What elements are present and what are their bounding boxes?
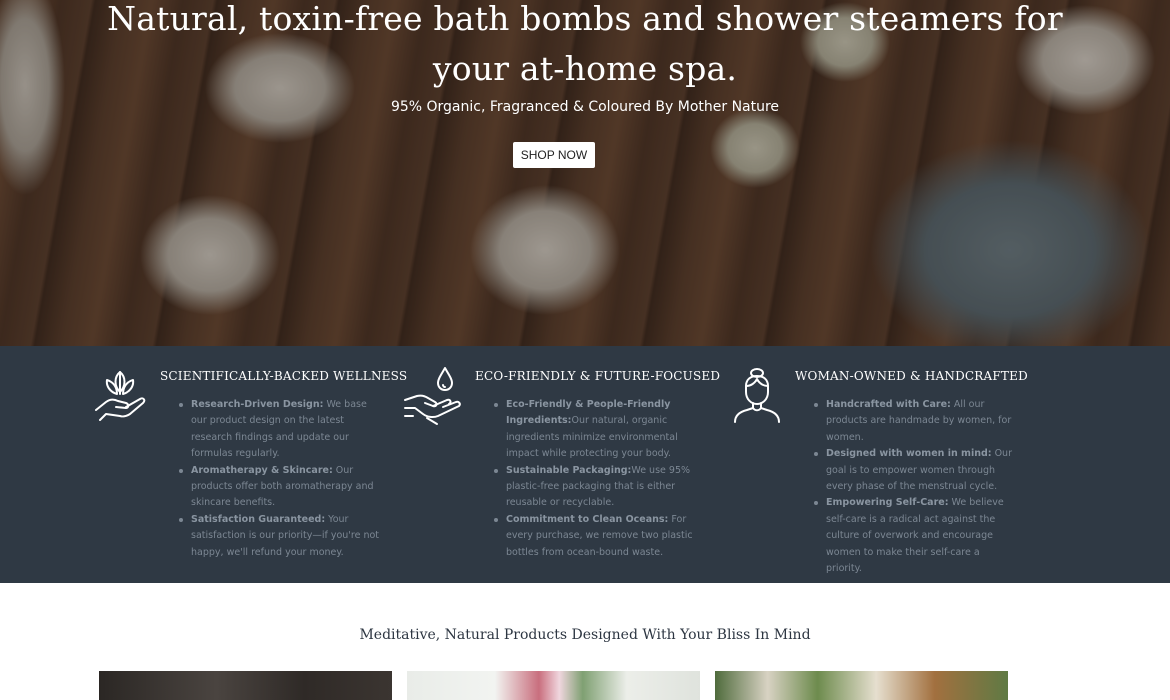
woman-icon — [734, 368, 780, 423]
hero-banner: Natural, toxin-free bath bombs and showe… — [0, 0, 1170, 346]
feature-item-heading: Commitment to Clean Oceans: — [506, 513, 669, 525]
feature-title: ECO-FRIENDLY & FUTURE-FOCUSED — [475, 369, 721, 383]
feature-item-heading: Research-Driven Design: — [191, 399, 324, 410]
feature-list-item: Eco-Friendly & People-Friendly Ingredien… — [491, 397, 703, 463]
features-band: SCIENTIFICALLY-BACKED WELLNESS Research-… — [0, 346, 1170, 583]
hero-content: Natural, toxin-free bath bombs and showe… — [0, 0, 1170, 346]
feature-list-item: Sustainable Packaging:We use 95% plastic… — [491, 463, 703, 512]
feature-item-heading: Handcrafted with Care: — [826, 399, 951, 410]
feature-title: SCIENTIFICALLY-BACKED WELLNESS — [160, 369, 408, 383]
feature-list: Research-Driven Design: We base our prod… — [176, 397, 382, 561]
feature-list-item: Commitment to Clean Oceans: For every pu… — [491, 512, 703, 561]
feature-list-item: Designed with women in mind: Our goal is… — [811, 446, 1017, 495]
feature-title: WOMAN-OWNED & HANDCRAFTED — [795, 369, 1028, 383]
feature-item-heading: Empowering Self-Care: — [826, 497, 949, 509]
product-image[interactable] — [715, 671, 1008, 700]
feature-list-item: Satisfaction Guaranteed: Your satisfacti… — [176, 512, 382, 561]
feature-list-item: Empowering Self-Care: We believe self-ca… — [811, 495, 1017, 577]
feature-list-item: Aromatherapy & Skincare: Our products of… — [176, 463, 382, 512]
feature-list: Eco-Friendly & People-Friendly Ingredien… — [491, 397, 703, 561]
feature-list-item: Handcrafted with Care: All our products … — [811, 397, 1017, 446]
feature-item-text: We believe self-care is a radical act ag… — [826, 497, 1004, 575]
product-image[interactable] — [407, 671, 700, 700]
feature-item-heading: Sustainable Packaging: — [506, 464, 632, 476]
product-image[interactable] — [99, 671, 392, 700]
hero-subtitle: 95% Organic, Fragranced & Coloured By Mo… — [390, 99, 780, 115]
products-section: Meditative, Natural Products Designed Wi… — [0, 583, 1170, 700]
products-section-title: Meditative, Natural Products Designed Wi… — [359, 627, 811, 643]
shop-now-button[interactable]: SHOP NOW — [513, 142, 595, 168]
feature-list: Handcrafted with Care: All our products … — [811, 397, 1017, 577]
feature-list-item: Research-Driven Design: We base our prod… — [176, 397, 382, 463]
feature-item-heading: Aromatherapy & Skincare: — [191, 464, 333, 476]
feature-item-heading: Satisfaction Guaranteed: — [191, 513, 326, 525]
hero-title: Natural, toxin-free bath bombs and showe… — [107, 0, 1063, 88]
feature-item-heading: Designed with women in mind: — [826, 448, 992, 460]
hand-water-drop-icon — [404, 367, 461, 425]
hand-plant-icon — [95, 371, 146, 421]
